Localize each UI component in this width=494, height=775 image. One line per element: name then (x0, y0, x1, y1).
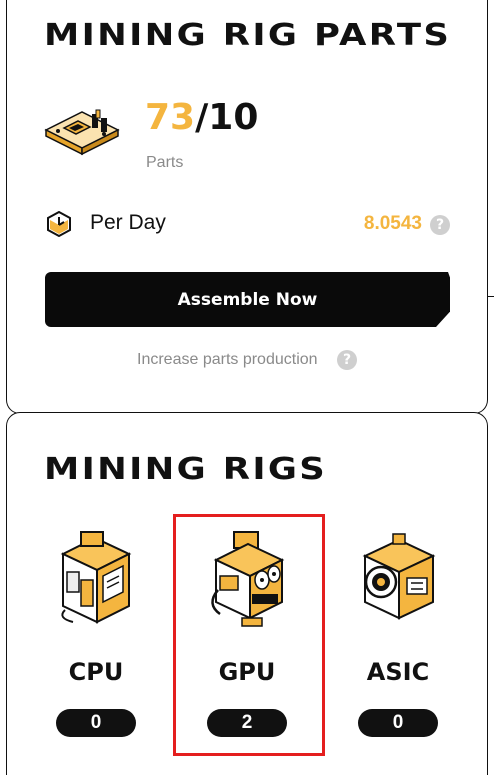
rig-label-asic: ASIC (366, 658, 430, 686)
rig-card-gpu[interactable]: GPU 2 (197, 530, 297, 737)
parts-title: MINING RIG PARTS (44, 18, 452, 53)
help-icon[interactable]: ? (337, 350, 357, 370)
hexagon-clock-icon (47, 211, 71, 237)
rigs-title: MINING RIGS (44, 452, 328, 487)
circuit-board-icon (44, 109, 120, 156)
rig-count-gpu: 2 (207, 709, 287, 737)
gpu-rig-icon (211, 531, 285, 627)
asic-rig-icon (362, 533, 436, 620)
rig-label-gpu: GPU (218, 658, 276, 686)
per-day-label: Per Day (90, 211, 166, 234)
parts-max: 10 (208, 97, 259, 138)
rig-count-asic: 0 (358, 709, 438, 737)
parts-count: 73/10 (145, 96, 258, 140)
rig-card-asic[interactable]: ASIC 0 (348, 530, 448, 737)
divider (488, 296, 494, 297)
cpu-rig-icon (60, 531, 132, 624)
parts-separator: / (195, 97, 209, 138)
page: MINING RIG PARTS 73/10 Parts Per Day 8.0… (0, 0, 494, 775)
help-icon[interactable]: ? (430, 215, 450, 235)
rig-card-cpu[interactable]: CPU 0 (46, 530, 146, 737)
parts-label: Parts (146, 154, 184, 171)
per-day-value: 8.0543 (363, 213, 422, 234)
rig-count-cpu: 0 (56, 709, 136, 737)
increase-parts-link[interactable]: Increase parts production (137, 351, 318, 369)
assemble-now-button[interactable]: Assemble Now (45, 272, 450, 327)
rig-label-cpu: CPU (68, 658, 124, 686)
parts-current: 73 (145, 97, 196, 138)
